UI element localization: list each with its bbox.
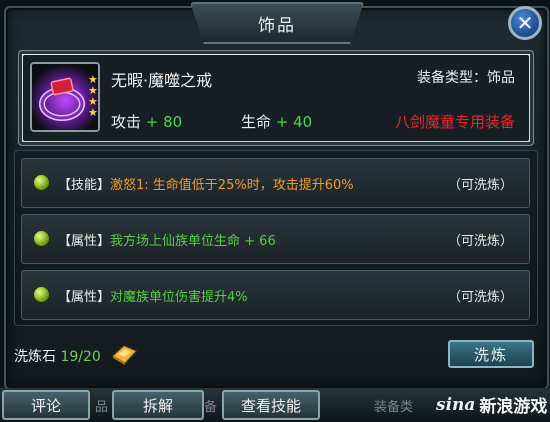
skill-tag: 【属性】 [58, 234, 111, 249]
gem-icon [34, 231, 49, 246]
refinable-label: （可洗炼） [447, 290, 513, 305]
refine-stone-count: 洗炼石 19/20 [14, 346, 101, 366]
dialog-title: 饰品 [258, 15, 296, 36]
skill-desc: 对魔族单位伤害提升4% [110, 290, 248, 305]
close-button[interactable]: ✕ [508, 6, 542, 40]
comment-button[interactable]: 评论 [2, 390, 90, 420]
stat-value: + 40 [275, 113, 313, 131]
skill-desc: 激怒1: 生命值低于25%时，攻击提升60% [110, 178, 354, 193]
close-icon: ✕ [516, 11, 534, 35]
obscured-text: 备 [204, 400, 218, 415]
obscured-text: 品 [95, 400, 109, 415]
gem-icon [34, 287, 49, 302]
skills-list: 【技能】激怒1: 生命值低于25%时，攻击提升60% （可洗炼） 【属性】我方场… [14, 150, 538, 326]
refine-stone-value: 19/20 [60, 349, 101, 365]
sina-logo: sina [436, 394, 476, 415]
dismantle-button[interactable]: 拆解 [112, 390, 204, 420]
refine-stone-label: 洗炼石 [14, 349, 56, 365]
item-name: 无暇·魔噬之戒 [111, 71, 213, 90]
obscured-text: 装备类 [374, 400, 414, 415]
skill-tag: 【属性】 [58, 290, 111, 305]
refinable-label: （可洗炼） [447, 234, 513, 249]
skill-row[interactable]: 【技能】激怒1: 生命值低于25%时，攻击提升60% （可洗炼） [21, 158, 530, 208]
gold-ingot-icon [110, 342, 138, 370]
sina-games-label: 新浪游戏 [479, 397, 548, 417]
view-skills-button[interactable]: 查看技能 [222, 390, 320, 420]
exclusive-label: 八剑魔童专用装备 [394, 113, 515, 131]
refinable-label: （可洗炼） [447, 178, 513, 193]
item-card-inner: ★ ★ ★ ★ 无暇·魔噬之戒 装备类型：饰品 攻击 + 80 生命 + 40 … [23, 55, 529, 141]
refine-button[interactable]: 洗炼 [448, 340, 534, 368]
stat-value: + 80 [145, 113, 183, 131]
star-icon: ★ [88, 106, 98, 119]
skill-row[interactable]: 【属性】我方场上仙族单位生命 + 66 （可洗炼） [21, 214, 530, 264]
item-type: 装备类型：饰品 [417, 70, 515, 86]
stat-label: 生命 [241, 113, 272, 131]
skill-desc: 我方场上仙族单位生命 + 66 [110, 234, 276, 249]
stat-health: 生命 + 40 [241, 111, 312, 132]
title-plate: 饰品 [190, 2, 364, 44]
item-icon[interactable]: ★ ★ ★ ★ [30, 62, 100, 132]
skill-text: 【技能】激怒1: 生命值低于25%时，攻击提升60% [58, 174, 354, 193]
skill-tag: 【技能】 [58, 178, 111, 193]
stat-attack: 攻击 + 80 [111, 111, 182, 132]
sina-watermark: sina 新浪游戏 [436, 392, 548, 418]
gem-icon [34, 175, 49, 190]
skill-text: 【属性】对魔族单位伤害提升4% [58, 286, 248, 305]
item-card: ★ ★ ★ ★ 无暇·魔噬之戒 装备类型：饰品 攻击 + 80 生命 + 40 … [18, 50, 534, 146]
skill-row[interactable]: 【属性】对魔族单位伤害提升4% （可洗炼） [21, 270, 530, 320]
skill-text: 【属性】我方场上仙族单位生命 + 66 [58, 230, 276, 249]
rarity-stars: ★ ★ ★ ★ [88, 74, 98, 118]
stat-label: 攻击 [111, 113, 142, 131]
